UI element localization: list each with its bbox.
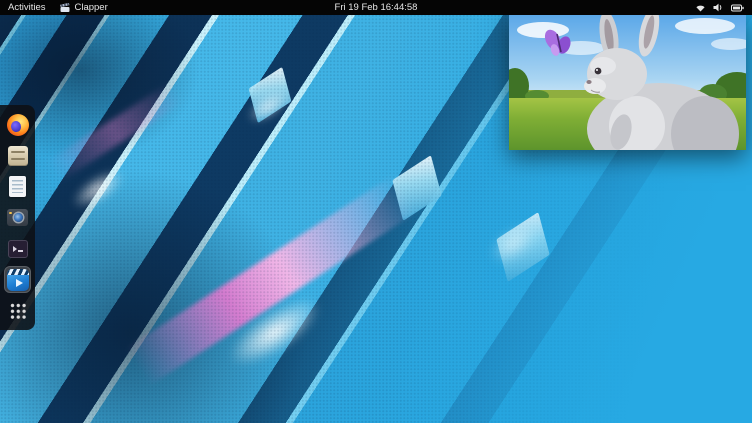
dock-item-clapper[interactable] (4, 266, 31, 293)
focused-app-menu[interactable]: Clapper (53, 0, 114, 15)
power-icon (731, 4, 744, 12)
clock[interactable]: Fri 19 Feb 16:44:58 (335, 2, 418, 13)
top-bar: Activities Clapper Fri 19 Feb 16:44:58 (0, 0, 752, 15)
camera-icon (7, 209, 28, 226)
dock-item-camera[interactable] (4, 204, 31, 231)
dock-item-files[interactable] (4, 142, 31, 169)
terminal-icon (8, 240, 28, 258)
system-tray[interactable] (695, 0, 752, 15)
dock-item-terminal[interactable] (4, 235, 31, 262)
network-icon (695, 3, 706, 12)
focused-app-name: Clapper (74, 2, 107, 13)
firefox-icon (7, 114, 29, 136)
video-frame (509, 14, 746, 150)
show-applications-icon (9, 302, 26, 319)
activities-button[interactable]: Activities (0, 0, 53, 15)
clapper-app-icon (60, 3, 70, 13)
volume-icon (713, 3, 724, 12)
clapper-video-window[interactable] (509, 14, 746, 150)
dock-item-firefox[interactable] (4, 111, 31, 138)
files-icon (8, 146, 28, 166)
dock-item-text-editor[interactable] (4, 173, 31, 200)
dock (0, 105, 35, 330)
desktop[interactable]: Activities Clapper Fri 19 Feb 16:44:58 (0, 0, 752, 423)
text-editor-icon (9, 176, 26, 197)
clapper-icon (7, 269, 29, 291)
dock-item-show-applications[interactable] (4, 297, 31, 324)
